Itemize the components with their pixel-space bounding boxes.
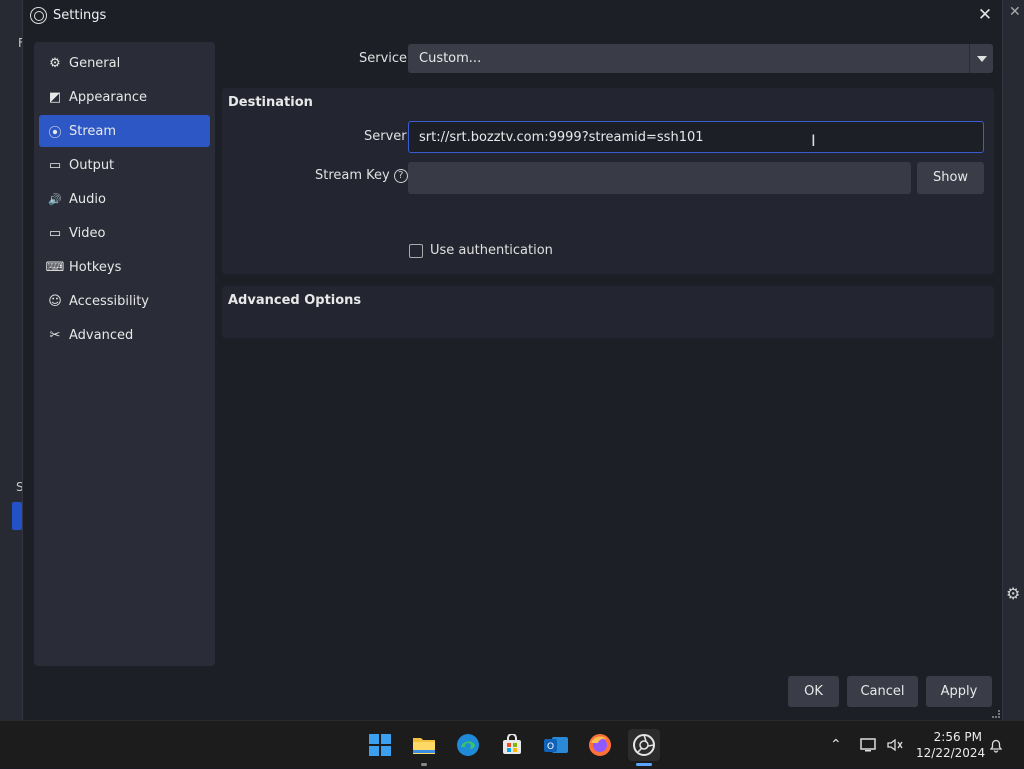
background-window-right: ✕ ⚙ <box>1003 0 1024 720</box>
keyboard-icon: ⌨ <box>45 259 65 275</box>
apply-button[interactable]: Apply <box>926 676 992 707</box>
advanced-options-group[interactable]: Advanced Options <box>222 286 994 338</box>
edge-icon[interactable] <box>452 729 484 761</box>
stream-key-input[interactable] <box>408 162 911 194</box>
sidebar-item-output[interactable]: ▭ Output <box>39 149 210 181</box>
sidebar-item-label: Hotkeys <box>69 259 122 275</box>
service-label: Service <box>359 51 408 66</box>
use-authentication-checkbox[interactable] <box>409 244 423 258</box>
output-icon: ▭ <box>48 157 62 173</box>
gear-icon: ⚙ <box>49 55 61 71</box>
sidebar-item-hotkeys[interactable]: ⌨ Hotkeys <box>39 251 210 283</box>
appearance-icon: ◩ <box>48 89 62 105</box>
tray-overflow-icon[interactable]: ⌃ <box>830 721 842 769</box>
help-icon[interactable]: ? <box>393 168 408 183</box>
settings-dialog: Settings ✕ ⚙ General ◩ Appearance ⦿ Stre… <box>22 0 1003 720</box>
accessibility-icon: ☺ <box>48 293 62 309</box>
clock-date: 12/22/2024 <box>916 746 986 760</box>
outlook-icon[interactable]: O <box>540 729 572 761</box>
background-selected-tab <box>12 502 22 530</box>
background-gear-icon: ⚙ <box>1006 584 1021 603</box>
ok-button[interactable]: OK <box>788 676 839 707</box>
start-icon[interactable] <box>364 729 396 761</box>
text-cursor-icon: I <box>811 131 816 150</box>
stream-key-label: Stream Key <box>315 168 390 183</box>
sidebar-item-audio[interactable]: 🔊 Audio <box>39 183 210 215</box>
sidebar-item-advanced[interactable]: ✂ Advanced <box>39 319 210 351</box>
background-close-icon: ✕ <box>1009 4 1021 20</box>
sidebar-item-video[interactable]: ▭ Video <box>39 217 210 249</box>
sidebar-item-general[interactable]: ⚙ General <box>39 47 210 79</box>
server-label: Server <box>364 129 407 144</box>
service-select[interactable]: Custom... <box>408 44 993 73</box>
firefox-icon[interactable] <box>584 729 616 761</box>
sidebar-item-appearance[interactable]: ◩ Appearance <box>39 81 210 113</box>
taskbar: O ⌃ 2:56 PM 12/22/2024 <box>0 720 1024 768</box>
server-input[interactable] <box>408 121 984 153</box>
svg-text:O: O <box>547 742 554 752</box>
network-icon[interactable] <box>860 721 878 769</box>
dialog-title: Settings <box>53 8 107 23</box>
destination-title: Destination <box>228 95 313 110</box>
title-bar: Settings ✕ <box>23 0 1002 32</box>
background-window-left: F S <box>0 0 25 720</box>
sidebar-item-label: Stream <box>69 123 117 139</box>
notification-bell-icon[interactable] <box>988 721 1004 769</box>
sidebar-item-stream[interactable]: ⦿ Stream <box>39 115 210 147</box>
clock-time: 2:56 PM <box>933 730 982 744</box>
file-explorer-icon[interactable] <box>408 729 440 766</box>
chevron-down-icon <box>969 44 993 73</box>
sidebar-item-label: Advanced <box>69 327 134 343</box>
cancel-button[interactable]: Cancel <box>847 676 918 707</box>
obs-icon[interactable] <box>628 729 660 766</box>
tools-icon: ✂ <box>49 327 61 343</box>
broadcast-icon: ⦿ <box>48 125 62 141</box>
speaker-icon: 🔊 <box>48 192 62 206</box>
show-button[interactable]: Show <box>917 162 984 194</box>
sidebar-item-label: General <box>69 55 121 71</box>
system-clock[interactable]: 2:56 PM 12/22/2024 <box>916 729 986 761</box>
sidebar-item-label: Video <box>69 225 106 241</box>
sidebar-item-label: Accessibility <box>69 293 149 309</box>
sidebar-item-label: Audio <box>69 191 106 207</box>
volume-muted-icon[interactable] <box>886 721 904 769</box>
sidebar-item-label: Output <box>69 157 115 173</box>
advanced-options-title: Advanced Options <box>228 293 362 308</box>
stream-key-label-row: Stream Key ? <box>315 168 408 183</box>
close-button[interactable]: ✕ <box>974 4 996 26</box>
obs-logo-icon <box>30 7 47 24</box>
service-value: Custom... <box>419 51 482 66</box>
use-authentication-label: Use authentication <box>430 243 553 258</box>
monitor-icon: ▭ <box>48 225 62 241</box>
sidebar-item-accessibility[interactable]: ☺ Accessibility <box>39 285 210 317</box>
settings-sidebar: ⚙ General ◩ Appearance ⦿ Stream ▭ Output… <box>34 42 215 666</box>
resize-grip-icon[interactable] <box>992 710 1000 718</box>
store-icon[interactable] <box>496 729 528 761</box>
sidebar-item-label: Appearance <box>69 89 148 105</box>
